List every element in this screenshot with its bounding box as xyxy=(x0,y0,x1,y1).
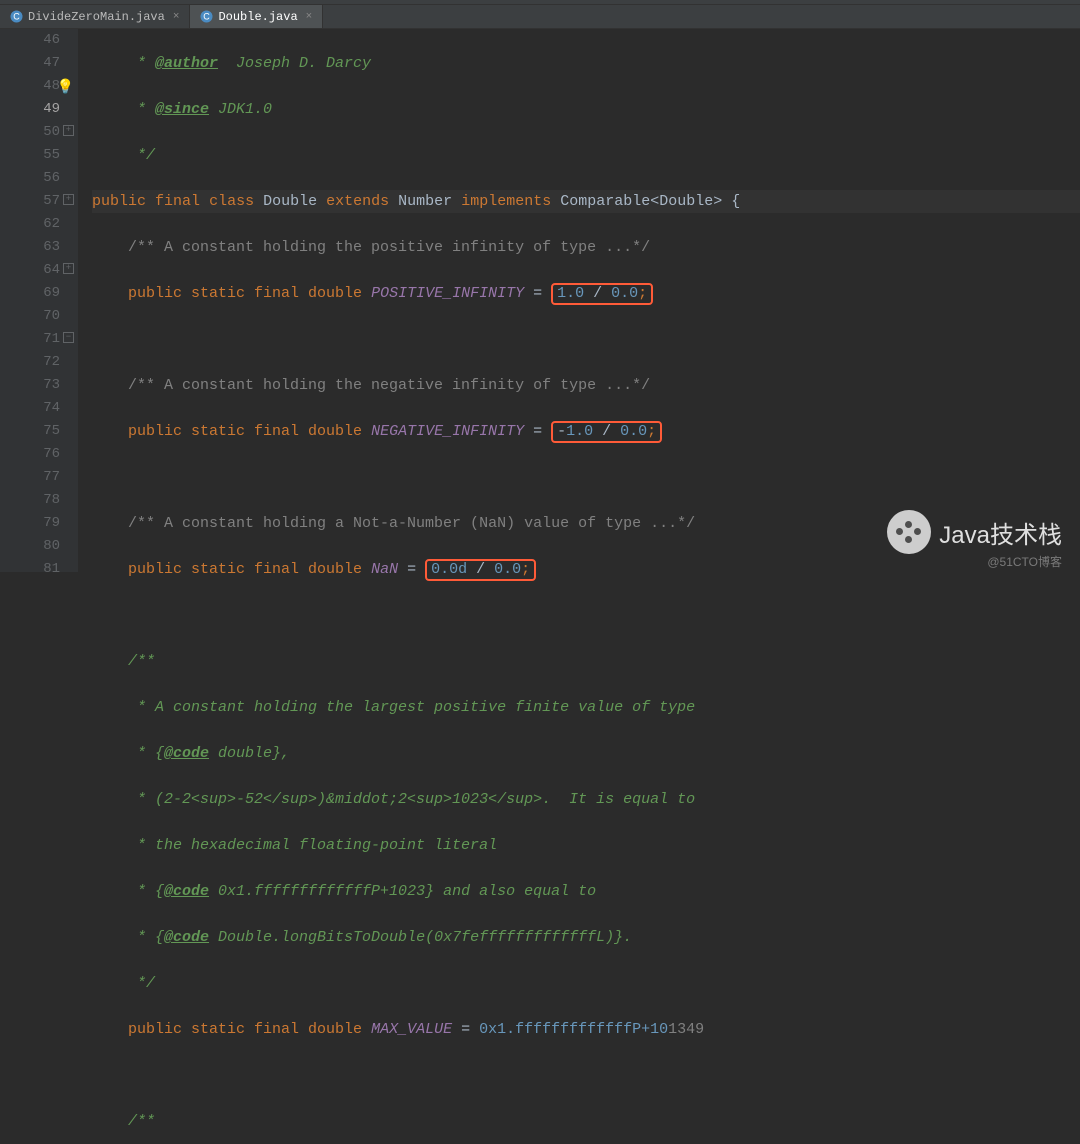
tab-dividezero[interactable]: C DivideZeroMain.java × xyxy=(0,5,190,28)
code-line: * {@code 0x1.fffffffffffffP+1023} and al… xyxy=(92,880,1080,903)
code-line: */ xyxy=(92,972,1080,995)
code-line: * {@code double}, xyxy=(92,742,1080,765)
java-class-icon: C xyxy=(200,10,213,23)
code-line xyxy=(92,1064,1080,1087)
line-number: 56 xyxy=(0,167,60,190)
fold-icon[interactable]: + xyxy=(63,125,74,136)
line-number: 78 xyxy=(0,489,60,512)
svg-text:C: C xyxy=(13,12,20,22)
close-icon[interactable]: × xyxy=(173,11,180,23)
line-number: 77 xyxy=(0,466,60,489)
line-number: 47 xyxy=(0,52,60,75)
line-number: 49 xyxy=(0,98,60,121)
line-number: 50+ xyxy=(0,121,60,144)
code-line: public static final double NaN = 0.0d / … xyxy=(92,558,1080,581)
line-gutter: 46 47 48💡 49 50+ 55 56 57+ 62 63 64+ 69 … xyxy=(0,29,78,572)
code-line: public final class Double extends Number… xyxy=(92,190,1080,213)
highlight-box: 1.0 / 0.0; xyxy=(551,283,653,305)
code-line: * (2-2<sup>-52</sup>)&middot;2<sup>1023<… xyxy=(92,788,1080,811)
watermark: Java技术栈 xyxy=(887,510,1062,554)
tab-label: Double.java xyxy=(218,10,297,24)
fold-icon[interactable]: + xyxy=(63,194,74,205)
code-line: * the hexadecimal floating-point literal xyxy=(92,834,1080,857)
java-class-icon: C xyxy=(10,10,23,23)
code-line: * @author Joseph D. Darcy xyxy=(92,52,1080,75)
highlight-box: -1.0 / 0.0; xyxy=(551,421,662,443)
line-number: 79 xyxy=(0,512,60,535)
line-number: 55 xyxy=(0,144,60,167)
line-number: 64+ xyxy=(0,259,60,282)
code-line: /** A constant holding the negative infi… xyxy=(92,374,1080,397)
code-line: /** xyxy=(92,1110,1080,1133)
line-number: 63 xyxy=(0,236,60,259)
editor-tabs: C DivideZeroMain.java × C Double.java × xyxy=(0,5,1080,29)
line-number: 71− xyxy=(0,328,60,351)
line-number: 76 xyxy=(0,443,60,466)
code-line: public static final double POSITIVE_INFI… xyxy=(92,282,1080,305)
line-number: 75 xyxy=(0,420,60,443)
line-number: 70 xyxy=(0,305,60,328)
code-line: /** A constant holding the positive infi… xyxy=(92,236,1080,259)
tab-double[interactable]: C Double.java × xyxy=(190,5,323,28)
fold-icon[interactable]: − xyxy=(63,332,74,343)
line-number: 73 xyxy=(0,374,60,397)
watermark-logo-icon xyxy=(887,510,931,554)
code-line: public static final double NEGATIVE_INFI… xyxy=(92,420,1080,443)
editor-area[interactable]: 46 47 48💡 49 50+ 55 56 57+ 62 63 64+ 69 … xyxy=(0,29,1080,572)
line-number: 80 xyxy=(0,535,60,558)
line-number: 74 xyxy=(0,397,60,420)
code-line xyxy=(92,604,1080,627)
watermark-text: Java技术栈 xyxy=(939,515,1062,550)
code-line: /** xyxy=(92,650,1080,673)
line-number: 62 xyxy=(0,213,60,236)
code-line: * {@code Double.longBitsToDouble(0x7feff… xyxy=(92,926,1080,949)
line-number: 69 xyxy=(0,282,60,305)
line-number: 46 xyxy=(0,29,60,52)
tab-label: DivideZeroMain.java xyxy=(28,10,165,24)
code-line: * A constant holding the largest positiv… xyxy=(92,696,1080,719)
watermark-sub: @51CTO博客 xyxy=(987,553,1062,570)
close-icon[interactable]: × xyxy=(306,11,313,23)
fold-icon[interactable]: + xyxy=(63,263,74,274)
svg-text:C: C xyxy=(204,12,211,22)
code-line: * @since JDK1.0 xyxy=(92,98,1080,121)
code-content[interactable]: * @author Joseph D. Darcy * @since JDK1.… xyxy=(78,29,1080,572)
code-line: public static final double MAX_VALUE = 0… xyxy=(92,1018,1080,1041)
code-line: */ xyxy=(92,144,1080,167)
code-line xyxy=(92,466,1080,489)
line-number: 81 xyxy=(0,558,60,581)
highlight-box: 0.0d / 0.0; xyxy=(425,559,536,581)
intention-bulb-icon[interactable]: 💡 xyxy=(57,77,74,100)
code-line xyxy=(92,328,1080,351)
line-number: 48💡 xyxy=(0,75,60,98)
line-number: 72 xyxy=(0,351,60,374)
line-number: 57+ xyxy=(0,190,60,213)
